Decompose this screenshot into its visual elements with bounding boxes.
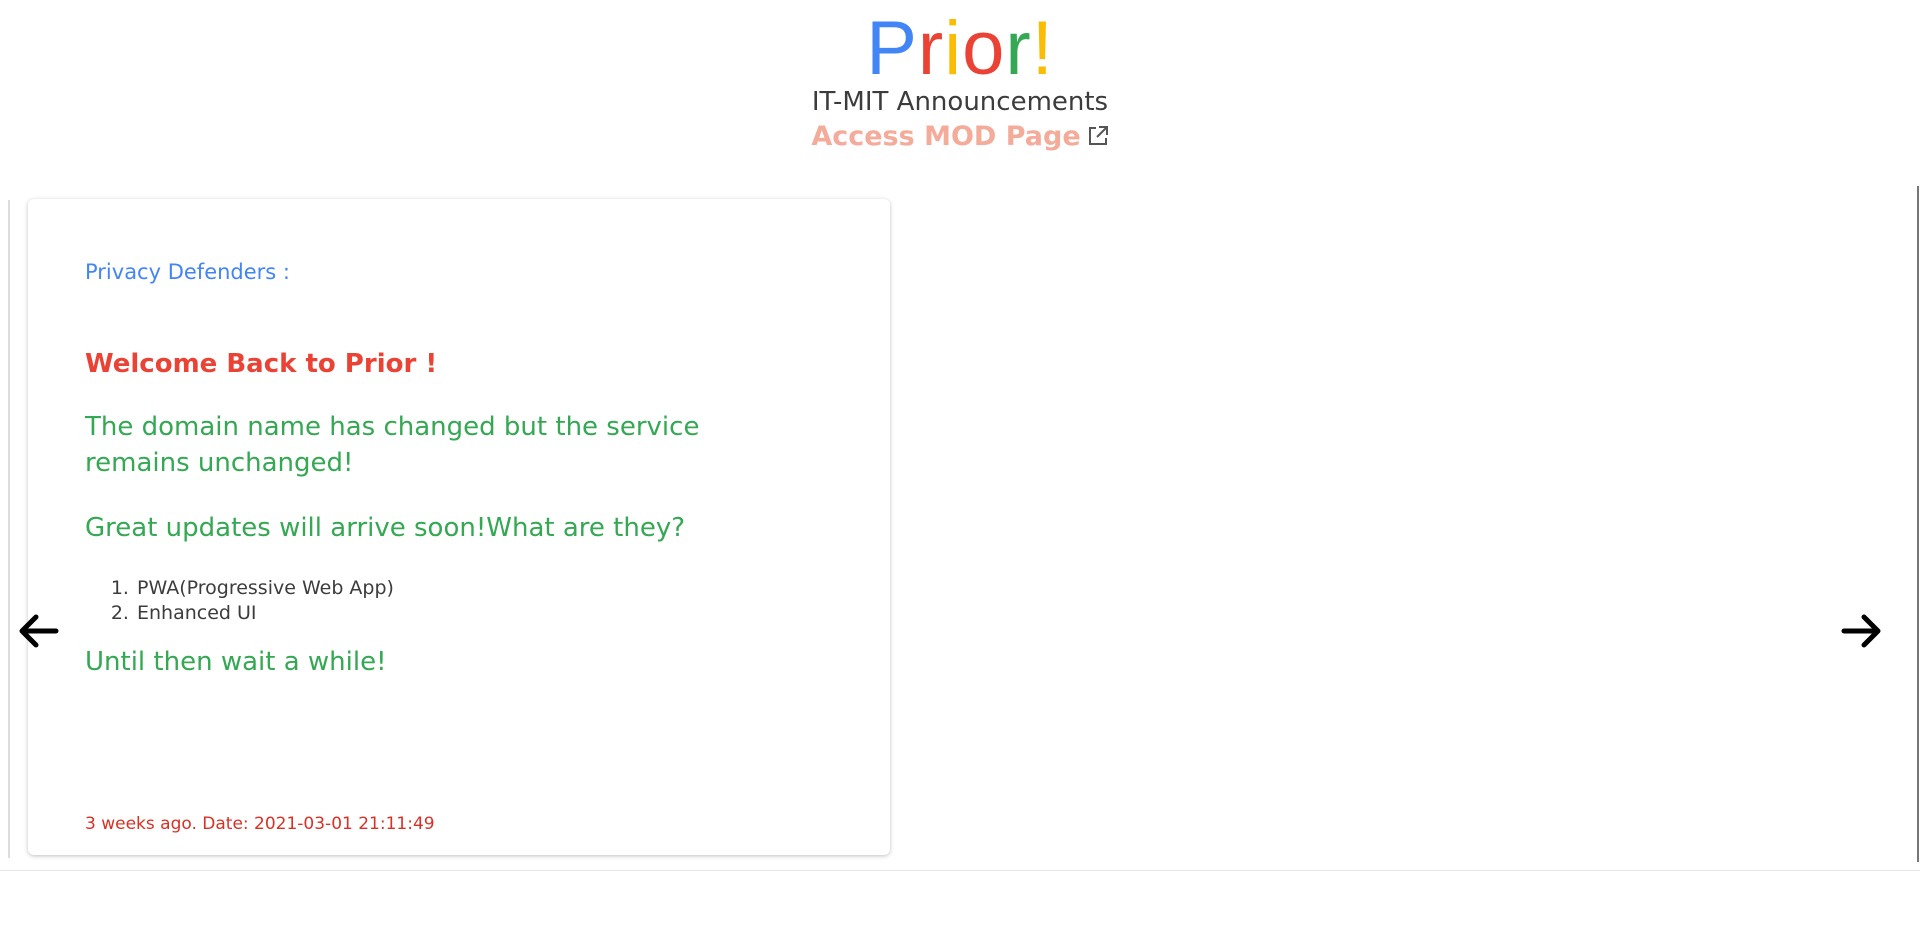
arrow-left-icon[interactable] <box>16 611 60 651</box>
list-item: Enhanced UI <box>135 601 394 626</box>
page-subtitle: IT-MIT Announcements <box>811 87 1109 117</box>
card-date: 3 weeks ago. Date: 2021-03-01 21:11:49 <box>85 814 435 834</box>
logo-letter: ! <box>1031 6 1054 91</box>
card-heading: Privacy Defenders : <box>85 260 290 284</box>
mod-link-label: Access MOD Page <box>811 121 1081 152</box>
list-item: PWA(Progressive Web App) <box>135 576 394 601</box>
card-paragraph: Great updates will arrive soon!What are … <box>85 513 686 543</box>
logo-letter: o <box>962 6 1006 91</box>
card-welcome-title: Welcome Back to Prior ! <box>85 349 438 379</box>
card-paragraph: The domain name has changed but the serv… <box>85 412 700 478</box>
logo-letter: i <box>944 6 963 91</box>
arrow-right-icon[interactable] <box>1840 611 1884 651</box>
access-mod-page-link[interactable]: Access MOD Page <box>0 119 1920 155</box>
card-paragraph: Until then wait a while! <box>85 647 387 677</box>
updates-list: PWA(Progressive Web App) Enhanced UI <box>85 576 394 626</box>
logo-letter: P <box>866 6 918 91</box>
bottom-divider <box>0 870 1920 871</box>
external-link-icon <box>1087 121 1109 145</box>
page: Prior! IT-MIT Announcements Access MOD P… <box>0 0 1920 941</box>
carousel-left-edge <box>8 200 10 858</box>
prior-logo[interactable]: Prior! <box>0 4 1920 94</box>
announcement-card: Privacy Defenders : Welcome Back to Prio… <box>28 199 890 855</box>
carousel-right-edge <box>1917 186 1919 862</box>
logo-letter: r <box>917 6 945 91</box>
logo-letter: r <box>1005 6 1032 91</box>
